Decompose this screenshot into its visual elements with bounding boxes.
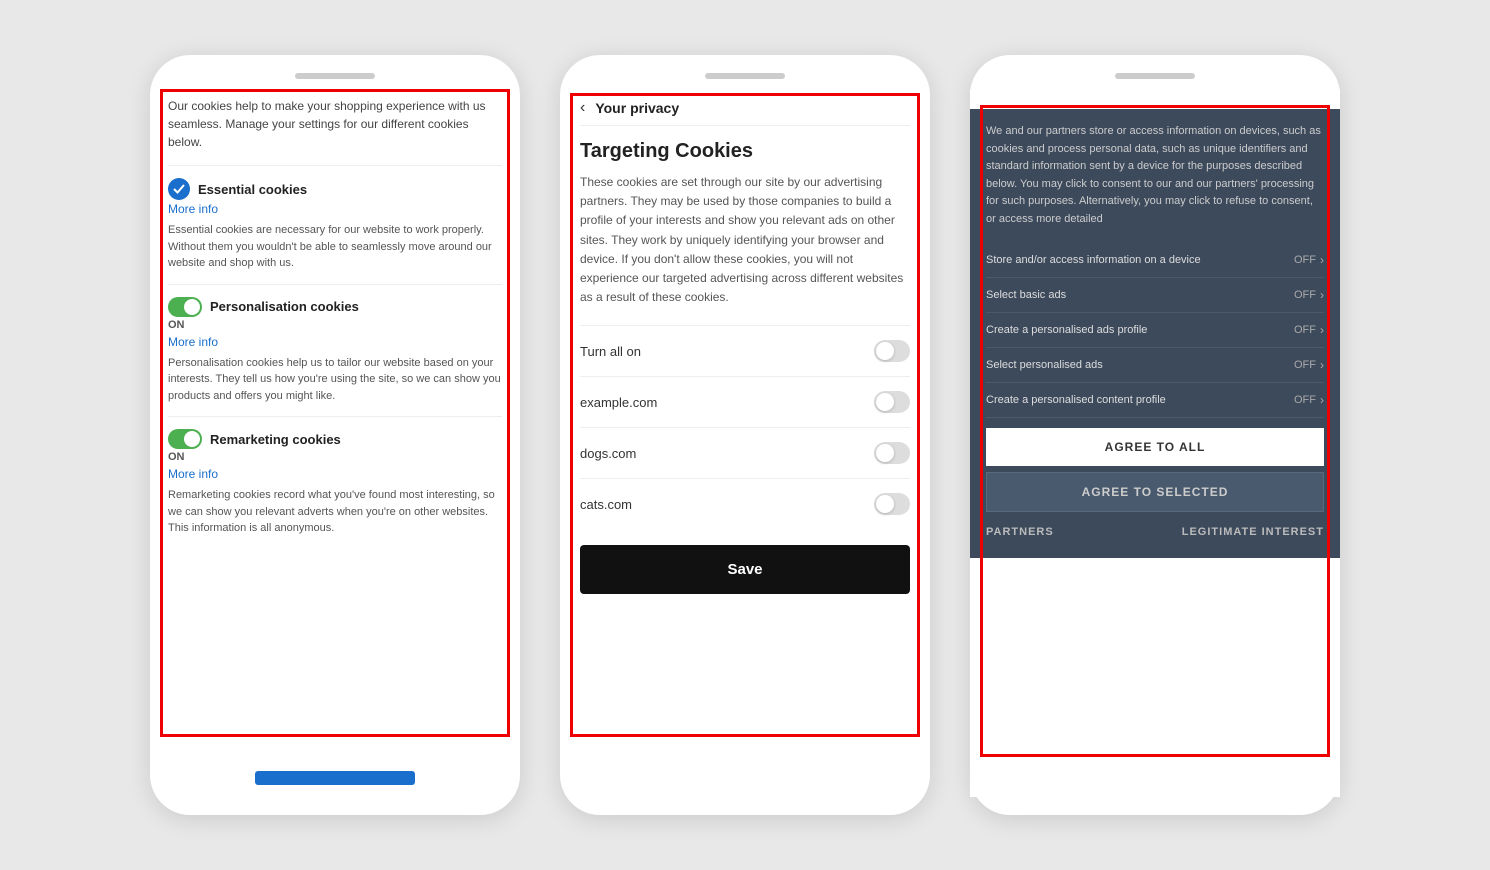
cats-com-toggle[interactable] bbox=[874, 493, 910, 515]
consent-row-content-profile[interactable]: Create a personalised content profile OF… bbox=[986, 383, 1324, 418]
agree-all-button[interactable]: AGREE TO ALL bbox=[986, 428, 1324, 466]
dogs-com-label: dogs.com bbox=[580, 446, 636, 461]
chevron-right-icon-basic-ads: › bbox=[1320, 288, 1324, 302]
dogs-com-toggle[interactable] bbox=[874, 442, 910, 464]
turn-all-on-label: Turn all on bbox=[580, 344, 641, 359]
phone-notch-3 bbox=[1115, 73, 1195, 79]
personalisation-toggle[interactable] bbox=[168, 297, 202, 317]
phone3-scroll[interactable]: We and our partners store or access info… bbox=[970, 89, 1340, 797]
cookie-section-remarketing: Remarketing cookies ON More info Remarke… bbox=[168, 416, 502, 549]
consent-off-store: OFF bbox=[1294, 254, 1316, 266]
phone-3: We and our partners store or access info… bbox=[970, 55, 1340, 815]
phone2-title: Your privacy bbox=[595, 100, 679, 116]
turn-all-on-toggle[interactable] bbox=[874, 340, 910, 362]
phone1-scroll[interactable]: Our cookies help to make your shopping e… bbox=[150, 89, 520, 797]
consent-right-store: OFF › bbox=[1294, 253, 1324, 267]
consent-row-basic-ads[interactable]: Select basic ads OFF › bbox=[986, 278, 1324, 313]
turn-all-on-row: Turn all on bbox=[580, 325, 910, 376]
consent-off-select-personalised: OFF bbox=[1294, 359, 1316, 371]
essential-title: Essential cookies bbox=[198, 182, 307, 197]
agree-selected-button[interactable]: AGREE TO SELECTED bbox=[986, 472, 1324, 512]
phone1-header-text: Our cookies help to make your shopping e… bbox=[168, 89, 502, 151]
dogs-com-row: dogs.com bbox=[580, 427, 910, 478]
cookie-section-personalisation: Personalisation cookies ON More info Per… bbox=[168, 284, 502, 417]
consent-label-content-profile: Create a personalised content profile bbox=[986, 394, 1294, 406]
phone3-dark-panel: We and our partners store or access info… bbox=[970, 109, 1340, 558]
remarketing-toggle[interactable] bbox=[168, 429, 202, 449]
consent-right-select-personalised: OFF › bbox=[1294, 358, 1324, 372]
personalisation-desc: Personalisation cookies help us to tailo… bbox=[168, 355, 502, 405]
phone2-scroll[interactable]: ‹ Your privacy Targeting Cookies These c… bbox=[560, 89, 930, 797]
example-com-toggle[interactable] bbox=[874, 391, 910, 413]
phone-notch-1 bbox=[295, 73, 375, 79]
chevron-right-icon-personalised-profile: › bbox=[1320, 323, 1324, 337]
save-button[interactable]: Save bbox=[580, 545, 910, 594]
consent-off-basic-ads: OFF bbox=[1294, 289, 1316, 301]
consent-row-store[interactable]: Store and/or access information on a dev… bbox=[986, 243, 1324, 278]
consent-right-content-profile: OFF › bbox=[1294, 393, 1324, 407]
back-chevron-icon[interactable]: ‹ bbox=[580, 99, 585, 117]
back-row: ‹ Your privacy bbox=[580, 89, 910, 126]
consent-label-personalised-profile: Create a personalised ads profile bbox=[986, 324, 1294, 336]
personalisation-on-label: ON bbox=[168, 319, 502, 331]
cats-com-row: cats.com bbox=[580, 478, 910, 529]
consent-row-select-personalised[interactable]: Select personalised ads OFF › bbox=[986, 348, 1324, 383]
phone-notch-2 bbox=[705, 73, 785, 79]
remarketing-title: Remarketing cookies bbox=[210, 432, 341, 447]
chevron-right-icon-select-personalised: › bbox=[1320, 358, 1324, 372]
targeting-desc: These cookies are set through our site b… bbox=[580, 173, 910, 307]
essential-check-icon bbox=[168, 178, 190, 200]
remarketing-desc: Remarketing cookies record what you've f… bbox=[168, 487, 502, 537]
legitimate-interest-label: LEGITIMATE INTEREST bbox=[1182, 526, 1324, 538]
remarketing-on-label: ON bbox=[168, 451, 502, 463]
consent-label-select-personalised: Select personalised ads bbox=[986, 359, 1294, 371]
example-com-label: example.com bbox=[580, 395, 657, 410]
personalisation-more-info[interactable]: More info bbox=[168, 335, 502, 349]
phone-2: ‹ Your privacy Targeting Cookies These c… bbox=[560, 55, 930, 815]
essential-more-info[interactable]: More info bbox=[168, 202, 502, 216]
consent-right-basic-ads: OFF › bbox=[1294, 288, 1324, 302]
chevron-right-icon-store: › bbox=[1320, 253, 1324, 267]
phone3-top-area bbox=[970, 89, 1340, 109]
blue-bar bbox=[255, 771, 415, 785]
example-com-row: example.com bbox=[580, 376, 910, 427]
chevron-right-icon-content-profile: › bbox=[1320, 393, 1324, 407]
partners-row: PARTNERS LEGITIMATE INTEREST bbox=[986, 520, 1324, 544]
essential-desc: Essential cookies are necessary for our … bbox=[168, 222, 502, 272]
phone1-bottom-bar bbox=[255, 771, 415, 785]
partners-label: PARTNERS bbox=[986, 526, 1054, 538]
consent-off-content-profile: OFF bbox=[1294, 394, 1316, 406]
cats-com-label: cats.com bbox=[580, 497, 632, 512]
phone3-desc: We and our partners store or access info… bbox=[986, 123, 1324, 229]
consent-off-personalised-profile: OFF bbox=[1294, 324, 1316, 336]
remarketing-more-info[interactable]: More info bbox=[168, 467, 502, 481]
consent-label-store: Store and/or access information on a dev… bbox=[986, 254, 1294, 266]
personalisation-title: Personalisation cookies bbox=[210, 299, 359, 314]
consent-label-basic-ads: Select basic ads bbox=[986, 289, 1294, 301]
targeting-title: Targeting Cookies bbox=[580, 140, 910, 163]
consent-row-personalised-profile[interactable]: Create a personalised ads profile OFF › bbox=[986, 313, 1324, 348]
consent-right-personalised-profile: OFF › bbox=[1294, 323, 1324, 337]
cookie-section-essential: Essential cookies More info Essential co… bbox=[168, 165, 502, 284]
phone-1: Our cookies help to make your shopping e… bbox=[150, 55, 520, 815]
